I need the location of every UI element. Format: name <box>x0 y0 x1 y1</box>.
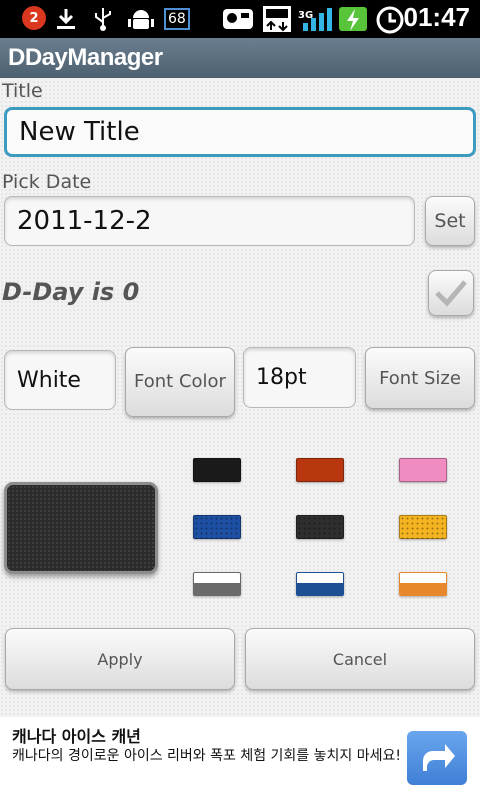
cancel-button[interactable]: Cancel <box>245 628 475 690</box>
color-swatch-navy-white[interactable] <box>296 572 344 596</box>
background-preview <box>4 482 158 574</box>
dday-checkbox[interactable] <box>428 270 474 316</box>
data-sync-icon <box>262 6 292 32</box>
notification-count-badge: 2 <box>22 6 46 30</box>
font-size-value[interactable]: 18pt <box>243 347 356 408</box>
ad-arrow-button[interactable] <box>407 731 467 785</box>
status-bar: 2 68 3G 01:47 <box>0 0 480 38</box>
title-label: Title <box>2 80 43 102</box>
pick-date-label: Pick Date <box>2 171 92 193</box>
app-title: DDayManager <box>8 44 163 71</box>
share-arrow-icon <box>423 744 455 771</box>
ad-banner[interactable]: 캐나다 아이스 캐년 캐나다의 경이로운 아이스 리버와 폭포 체험 기회를 놓… <box>0 717 480 800</box>
color-swatch-gray-white[interactable] <box>193 572 241 596</box>
android-debug-icon <box>126 6 156 32</box>
ad-title: 캐나다 아이스 캐년 <box>12 727 141 746</box>
checkmark-icon <box>435 280 467 307</box>
title-input[interactable]: New Title <box>4 107 476 157</box>
battery-charging-icon <box>338 6 370 32</box>
app-title-bar: DDayManager <box>0 38 480 78</box>
dday-text: D-Day is 0 <box>2 278 140 306</box>
color-swatch-rust[interactable] <box>296 458 344 482</box>
font-color-button[interactable]: Font Color <box>125 347 235 417</box>
color-swatch-blue[interactable] <box>193 515 241 539</box>
usb-icon <box>90 6 116 32</box>
font-color-value[interactable]: White <box>4 350 116 410</box>
signal-strength-icon <box>300 6 334 32</box>
alarm-clock-icon <box>374 6 406 34</box>
battery-percent-indicator: 68 <box>164 8 190 30</box>
color-swatch-black[interactable] <box>193 458 241 482</box>
set-date-button[interactable]: Set <box>425 196 475 246</box>
date-input[interactable]: 2011-12-2 <box>4 196 415 246</box>
color-swatch-dark-gray[interactable] <box>296 515 344 539</box>
download-icon <box>54 6 78 32</box>
color-swatch-pink[interactable] <box>399 458 447 482</box>
ad-body: 캐나다의 경이로운 아이스 리버와 폭포 체험 기회를 놓치지 마세요! <box>12 748 401 764</box>
color-swatch-yellow[interactable] <box>399 515 447 539</box>
gallery-icon <box>222 6 254 32</box>
color-swatch-orange-white[interactable] <box>399 572 447 596</box>
apply-button[interactable]: Apply <box>5 628 235 690</box>
font-size-button[interactable]: Font Size <box>365 347 475 409</box>
status-time: 01:47 <box>403 1 471 32</box>
